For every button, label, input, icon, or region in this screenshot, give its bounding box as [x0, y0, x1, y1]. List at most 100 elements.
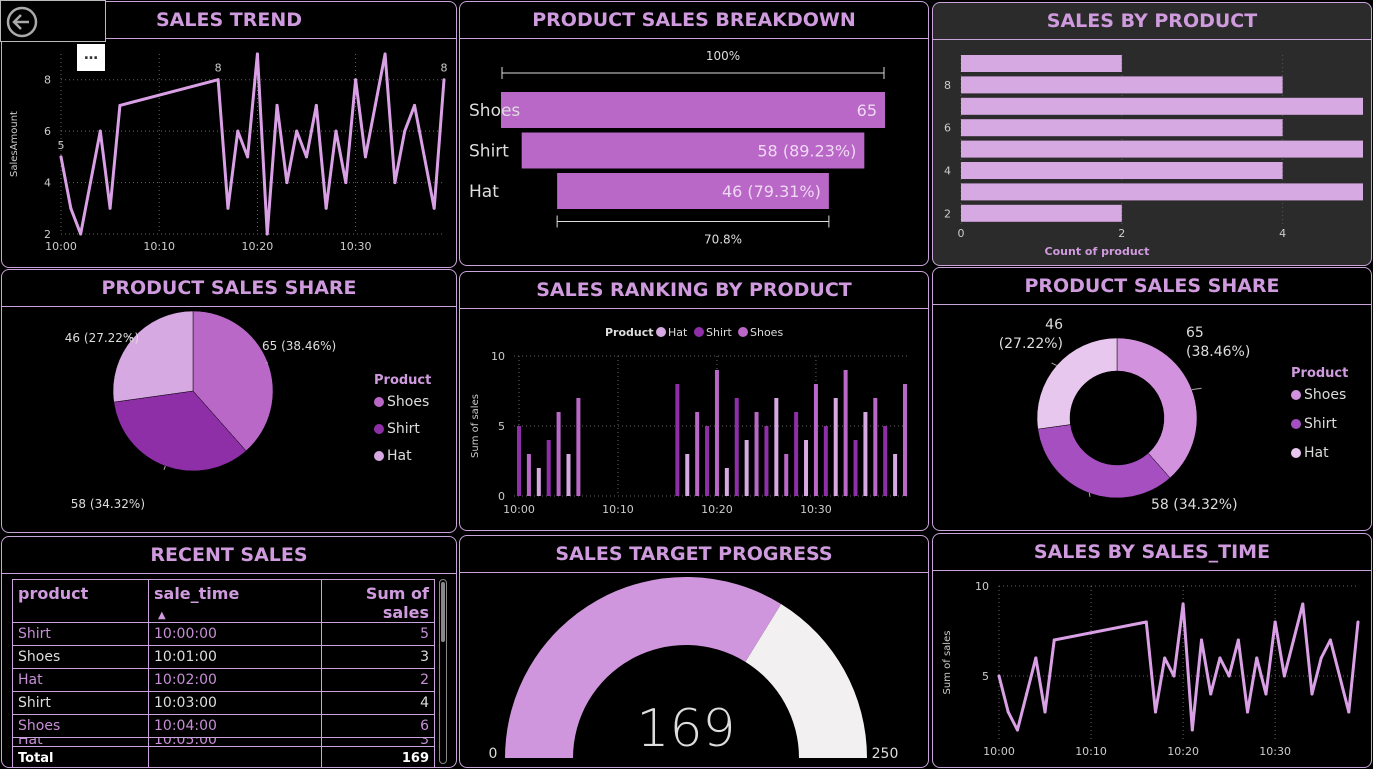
data-point	[1246, 710, 1250, 714]
data-point	[108, 206, 112, 210]
x-axis-label: Count of product	[1045, 245, 1150, 258]
bar	[695, 412, 700, 496]
bar	[873, 398, 878, 496]
legend-label: Shirt	[1304, 416, 1337, 432]
funnel-value-label: 65	[857, 101, 877, 120]
cell-product: Shirt	[12, 691, 149, 715]
gauge-min-label: 0	[489, 746, 498, 762]
bar	[744, 440, 749, 496]
table-row[interactable]: Hat 10:02:00 2	[12, 668, 435, 692]
bottom-percent-label: 70.8%	[704, 233, 742, 247]
leader-line	[265, 362, 268, 364]
table-row[interactable]: Shirt 10:00:00 5	[12, 622, 435, 646]
y-tick-label: 2	[944, 207, 951, 220]
sales-by-product-panel: SALES BY PRODUCT 0 2 4 8 6 4 2 Count of product	[932, 2, 1372, 266]
series-line	[997, 602, 1360, 732]
col-sale-time-label: sale_time	[154, 584, 240, 603]
data-point	[363, 155, 367, 159]
slice-label: 65	[1186, 325, 1204, 341]
table-row[interactable]: Shirt 10:03:00 4	[12, 691, 435, 715]
y-axis-label: SalesAmount	[9, 111, 20, 177]
leader-line	[163, 465, 166, 470]
y-tick-label: 8	[44, 74, 51, 87]
total-empty	[148, 746, 322, 767]
cell-sum: 6	[321, 714, 435, 738]
table-row[interactable]: Shoes 10:01:00 3	[12, 645, 435, 669]
table-row[interactable]: Shoes 10:04:00 6	[12, 714, 435, 738]
bar	[961, 140, 1363, 158]
data-point	[373, 103, 377, 107]
cell-product: Hat	[12, 668, 149, 692]
gauge-max-label: 250	[872, 746, 899, 762]
cell-product: Shoes	[12, 645, 149, 669]
slice-label: 46 (27.22%)	[65, 331, 139, 345]
data-point	[305, 155, 309, 159]
cell-sale-time: 10:02:00	[148, 668, 322, 692]
bar	[961, 119, 1283, 137]
y-tick-label: 6	[944, 122, 951, 135]
x-tick-label: 2	[1118, 227, 1125, 240]
recent-sales-panel: RECENT SALES product sale_time ▲ Sum of …	[1, 536, 457, 768]
sales-by-time-panel: SALES BY SALES_TIME 5 10 10:00 10:10 10:20 10…	[932, 533, 1372, 768]
bar	[903, 384, 907, 496]
data-point	[997, 674, 1001, 678]
top-percent-label: 100%	[706, 49, 740, 63]
table-row-partial[interactable]: Hat 10:05:00 3	[12, 737, 435, 747]
ranking-chart: 0 5 10 10:00 10:10 10:20 10:30 Sum of sales Prod…	[470, 326, 910, 516]
data-point	[1338, 674, 1342, 678]
data-label: 8	[441, 62, 448, 75]
data-point	[118, 103, 122, 107]
by-time-chart: 5 10 10:00 10:10 10:20 10:30 Sum of sales	[942, 580, 1360, 758]
data-point	[1319, 656, 1323, 660]
bar	[754, 412, 759, 496]
data-point	[236, 129, 240, 133]
col-sum-of-sales-header[interactable]: Sum of sales	[321, 579, 435, 623]
data-point	[1347, 710, 1351, 714]
back-button[interactable]	[0, 0, 106, 42]
legend-swatch	[1291, 390, 1301, 400]
data-point	[314, 103, 318, 107]
data-point	[383, 52, 387, 56]
bar	[734, 398, 739, 496]
scrollbar-thumb[interactable]	[441, 582, 445, 642]
legend-swatch	[694, 327, 704, 337]
data-point	[1301, 602, 1305, 606]
slice-label: (38.46%)	[1186, 344, 1250, 360]
cell-sum: 2	[321, 668, 435, 692]
data-point	[1292, 638, 1296, 642]
product-sales-breakdown-panel: PRODUCT SALES BREAKDOWN 100% Shoes 65 Shirt…	[459, 1, 929, 266]
y-tick-label: 8	[944, 79, 951, 92]
data-point	[324, 206, 328, 210]
series-line	[59, 52, 446, 236]
data-point	[1236, 638, 1240, 642]
bar	[843, 370, 848, 496]
data-point	[1163, 656, 1167, 660]
table-scrollbar[interactable]	[439, 579, 447, 764]
col-product-header[interactable]: product	[12, 579, 149, 623]
data-point	[59, 155, 63, 159]
bar	[546, 440, 551, 496]
cell-product: Shirt	[12, 622, 149, 646]
data-point	[1006, 710, 1010, 714]
legend-label: Shirt	[706, 326, 733, 339]
legend-swatch	[374, 424, 384, 434]
bar	[853, 440, 858, 496]
pie-slice	[112, 310, 194, 403]
more-options-button[interactable]: …	[77, 44, 105, 71]
bar	[961, 76, 1283, 94]
product-sales-share-donut-panel: PRODUCT SALES SHARE 65 (38.46%) 58 (34.32%…	[932, 267, 1372, 531]
bar	[893, 454, 898, 496]
x-tick-label: 10:10	[143, 240, 175, 253]
col-sale-time-header[interactable]: sale_time ▲	[148, 579, 322, 623]
pie-slice	[1116, 337, 1198, 479]
data-point	[295, 129, 299, 133]
recent-sales-table: product sale_time ▲ Sum of sales Shirt 1…	[12, 579, 435, 767]
data-point	[1356, 620, 1360, 624]
y-axis-label: Sum of sales	[942, 631, 953, 695]
bar	[536, 468, 541, 496]
share-pie-chart: 65 (38.46%) 58 (34.32%) 46 (27.22%) Product…	[65, 310, 431, 511]
bar	[961, 162, 1283, 179]
gauge-value: 169	[636, 699, 735, 759]
data-point	[1282, 674, 1286, 678]
bar	[774, 398, 779, 496]
